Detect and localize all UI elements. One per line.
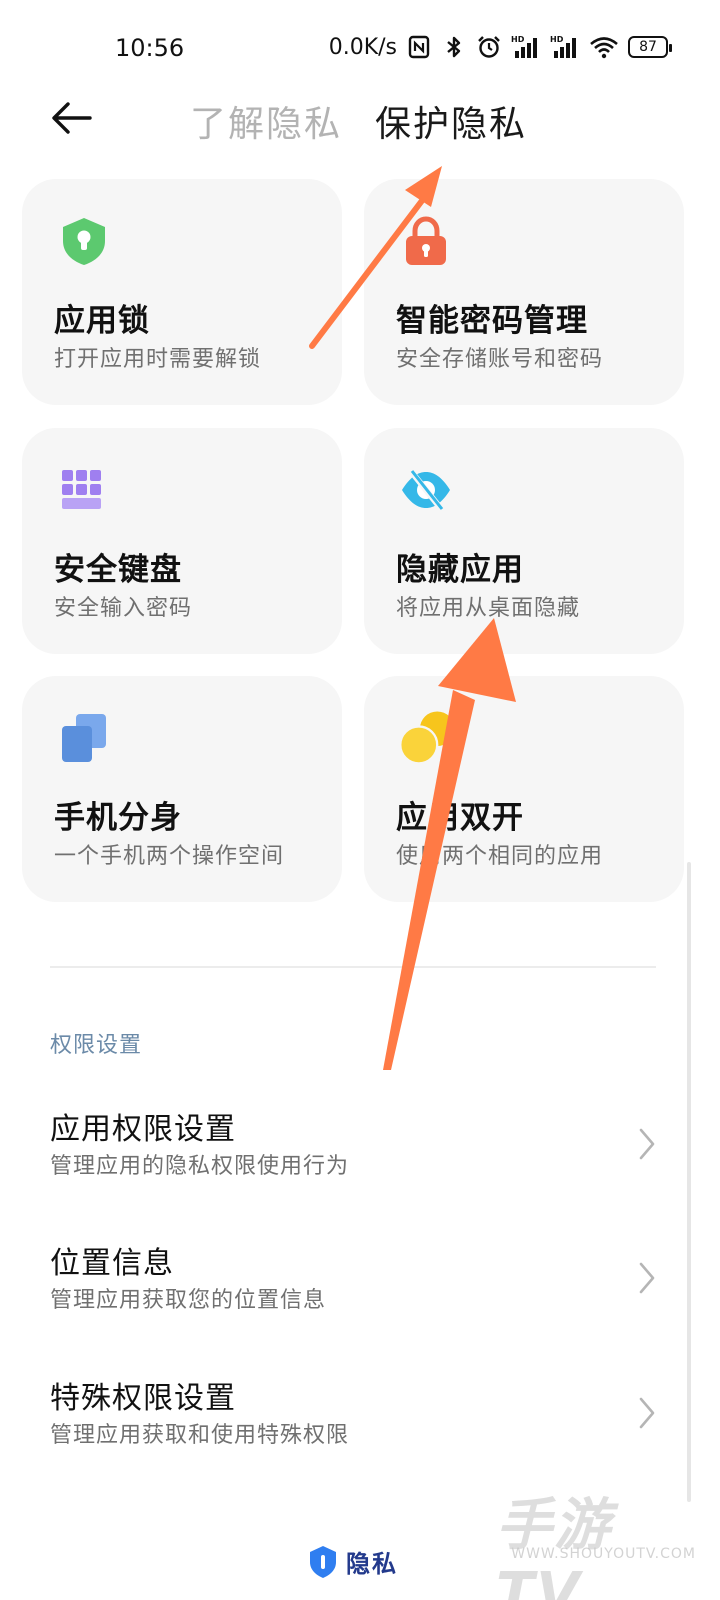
divider (50, 966, 656, 968)
shield-lock-icon (63, 218, 105, 265)
card-second-space[interactable]: 手机分身 一个手机两个操作空间 (22, 676, 342, 902)
card-subtitle: 将应用从桌面隐藏 (396, 596, 581, 621)
section-title-permissions: 权限设置 (50, 1033, 143, 1058)
row-title: 应用权限设置 (50, 1112, 236, 1147)
card-dual-apps[interactable]: 应用双开 使用两个相同的应用 (364, 676, 684, 902)
card-subtitle: 一个手机两个操作空间 (54, 844, 285, 869)
status-icons: 0.0K/s HD HD 87 (328, 34, 672, 60)
card-app-lock[interactable]: 应用锁 打开应用时需要解锁 (22, 179, 342, 405)
status-bar: 10:56 0.0K/s HD HD 87 (0, 0, 720, 96)
signal-icon-2: HD (550, 34, 580, 60)
row-app-permissions[interactable]: 应用权限设置 管理应用的隐私权限使用行为 (0, 1104, 720, 1214)
card-hide-apps[interactable]: 隐藏应用 将应用从桌面隐藏 (364, 428, 684, 654)
chevron-right-icon (639, 1397, 655, 1429)
card-title: 隐藏应用 (396, 552, 524, 588)
card-password-manager[interactable]: 智能密码管理 安全存储账号和密码 (364, 179, 684, 405)
card-title: 安全键盘 (54, 552, 182, 588)
alarm-icon (476, 34, 502, 60)
dual-space-icon (62, 714, 106, 762)
chevron-right-icon (639, 1262, 655, 1294)
back-button[interactable] (50, 100, 94, 136)
card-subtitle: 使用两个相同的应用 (396, 844, 604, 869)
privacy-logo-icon (310, 1545, 336, 1578)
row-title: 特殊权限设置 (50, 1381, 236, 1416)
signal-tag-2: HD (550, 35, 564, 44)
card-title: 应用双开 (396, 800, 524, 836)
footer-label: 隐私 (346, 1550, 398, 1578)
watermark: 手游TV WWW.SHOUYOUTV.COM (496, 1480, 696, 1600)
card-secure-keyboard[interactable]: 安全键盘 安全输入密码 (22, 428, 342, 654)
tab-protect-privacy[interactable]: 保护隐私 (375, 95, 527, 147)
network-speed: 0.0K/s (328, 34, 397, 60)
status-time: 10:56 (115, 34, 185, 62)
card-subtitle: 安全输入密码 (54, 596, 193, 621)
chevron-right-icon (639, 1128, 655, 1160)
row-subtitle: 管理应用获取和使用特殊权限 (50, 1423, 350, 1448)
card-title: 应用锁 (54, 303, 150, 339)
row-title: 位置信息 (50, 1246, 174, 1281)
watermark-url: WWW.SHOUYOUTV.COM (511, 1546, 696, 1562)
padlock-icon (406, 216, 446, 265)
row-special-permissions[interactable]: 特殊权限设置 管理应用获取和使用特殊权限 (0, 1373, 720, 1483)
nfc-icon (406, 34, 432, 60)
wifi-icon (589, 34, 619, 60)
back-arrow-icon (52, 102, 92, 134)
signal-icon-1: HD (511, 34, 541, 60)
card-subtitle: 打开应用时需要解锁 (54, 347, 262, 372)
eye-slash-icon (402, 468, 450, 512)
footer-brand: 隐私 (308, 1544, 398, 1579)
battery-indicator: 87 (628, 36, 672, 58)
signal-tag-1: HD (511, 35, 525, 44)
card-subtitle: 安全存储账号和密码 (396, 347, 604, 372)
row-subtitle: 管理应用的隐私权限使用行为 (50, 1154, 350, 1179)
card-title: 手机分身 (54, 800, 182, 836)
keyboard-icon (62, 470, 101, 509)
watermark-brand: 手游TV (496, 1493, 612, 1600)
card-title: 智能密码管理 (396, 303, 588, 339)
tab-learn-privacy[interactable]: 了解隐私 (190, 95, 342, 147)
row-location-info[interactable]: 位置信息 管理应用获取您的位置信息 (0, 1238, 720, 1348)
bluetooth-icon (441, 34, 467, 60)
dual-app-icon (399, 711, 455, 765)
row-subtitle: 管理应用获取您的位置信息 (50, 1288, 327, 1313)
scrollbar[interactable] (687, 862, 691, 1502)
